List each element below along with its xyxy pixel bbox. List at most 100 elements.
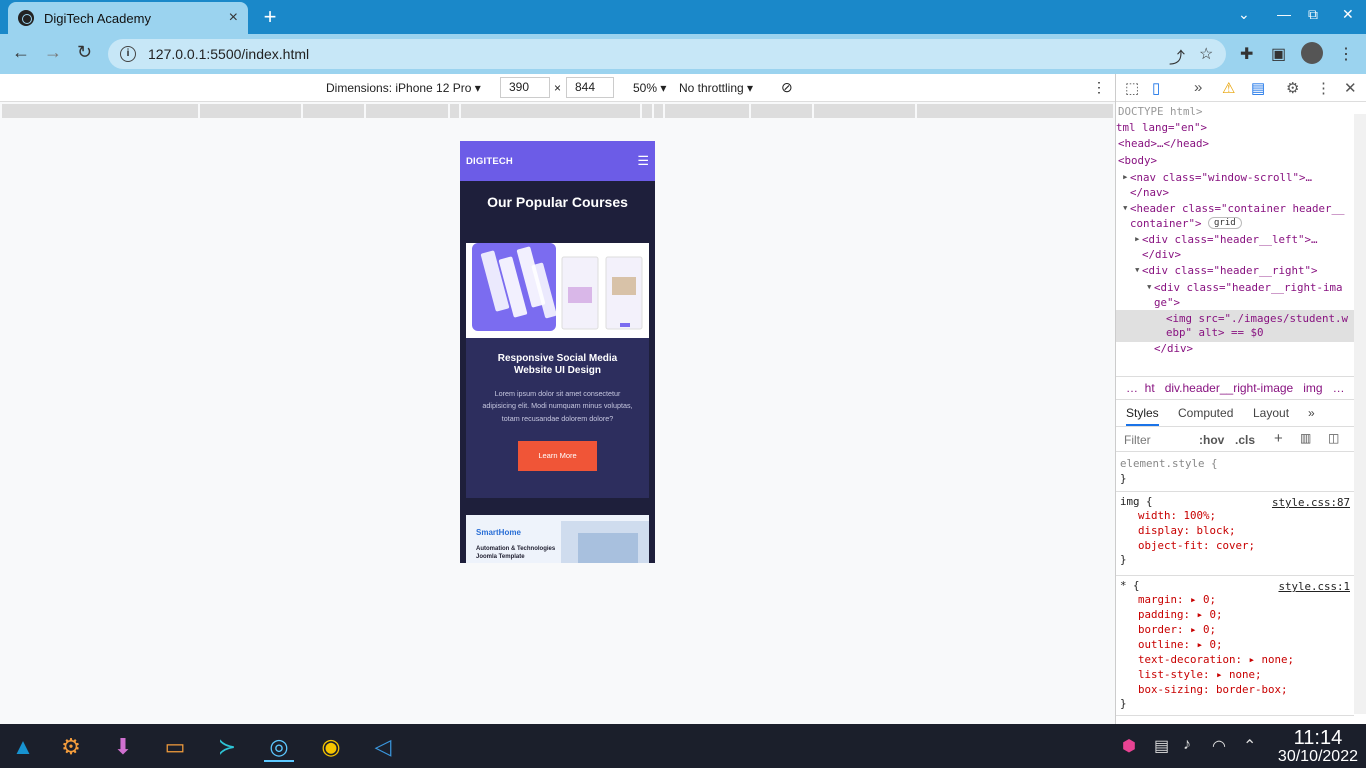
more-tabs-icon[interactable]: » bbox=[1308, 406, 1315, 420]
dom-node[interactable]: <nav class="window-scroll">… bbox=[1130, 171, 1312, 184]
device-width-input[interactable]: 390 bbox=[500, 77, 550, 98]
browser-app-icon[interactable]: ◉ bbox=[316, 732, 346, 762]
grid-badge[interactable]: grid bbox=[1208, 217, 1242, 229]
rule-source-link[interactable]: style.css:87 bbox=[1272, 496, 1350, 509]
site-info-icon[interactable]: i bbox=[120, 46, 136, 62]
dom-node[interactable]: <div class="header__right-ima bbox=[1154, 281, 1343, 294]
dom-node[interactable]: ge"> bbox=[1154, 296, 1180, 309]
new-rule-icon[interactable]: + bbox=[1274, 430, 1283, 447]
device-more-icon[interactable]: ⋮ bbox=[1092, 79, 1106, 96]
dom-node[interactable]: </div> bbox=[1142, 248, 1181, 261]
device-height-input[interactable]: 844 bbox=[566, 77, 614, 98]
bookmark-star-icon[interactable]: ☆ bbox=[1199, 44, 1213, 64]
dom-node[interactable]: </div> bbox=[1154, 342, 1193, 355]
inspect-element-icon[interactable]: ⬚ bbox=[1125, 79, 1139, 97]
software-store-icon[interactable]: ⬇ bbox=[108, 732, 138, 762]
breadcrumb-item[interactable]: div.header__right-image bbox=[1165, 381, 1294, 395]
paint-icon[interactable]: ▥ bbox=[1300, 431, 1311, 445]
dom-node[interactable]: <body> bbox=[1118, 154, 1157, 167]
messages-icon[interactable]: ▤ bbox=[1251, 79, 1265, 97]
dom-node[interactable]: container"> bbox=[1130, 217, 1202, 230]
css-property[interactable]: width: 100%; bbox=[1120, 508, 1350, 523]
breadcrumb-item[interactable]: … bbox=[1333, 381, 1345, 395]
clipboard-icon[interactable]: ▤ bbox=[1154, 736, 1169, 756]
close-tab-icon[interactable]: × bbox=[229, 9, 238, 27]
new-tab-button[interactable]: + bbox=[258, 4, 282, 30]
breadcrumb-item[interactable]: img bbox=[1303, 381, 1322, 395]
learn-more-button[interactable]: Learn More bbox=[518, 441, 597, 472]
dom-node[interactable]: <div class="header__right"> bbox=[1142, 264, 1318, 277]
rotate-icon[interactable]: ⊘ bbox=[781, 79, 793, 96]
dom-node-selected[interactable]: ebp" alt> == $0 bbox=[1166, 326, 1264, 339]
expand-arrow-icon[interactable]: ▸ bbox=[1122, 170, 1129, 183]
vscode-icon[interactable]: ◁ bbox=[368, 732, 398, 762]
address-bar[interactable]: i 127.0.0.1:5500/index.html bbox=[108, 39, 1226, 69]
tray-expand-icon[interactable]: ⌃ bbox=[1243, 736, 1256, 756]
device-toggle-icon[interactable]: ▯ bbox=[1152, 79, 1160, 97]
css-property[interactable]: box-sizing: border-box; bbox=[1120, 682, 1350, 697]
device-dimensions-select[interactable]: Dimensions: iPhone 12 Pro ▾ bbox=[326, 81, 481, 95]
menu-dots-icon[interactable]: ⋮ bbox=[1338, 44, 1354, 64]
settings-gear-icon[interactable]: ⚙ bbox=[1286, 79, 1299, 97]
profile-avatar[interactable] bbox=[1301, 42, 1323, 64]
more-panels-icon[interactable]: » bbox=[1194, 79, 1202, 96]
devtools-scrollbar[interactable] bbox=[1354, 114, 1366, 714]
share-icon[interactable]: ⤴ bbox=[1169, 44, 1185, 68]
dom-node[interactable]: tml lang="en"> bbox=[1116, 121, 1207, 134]
filter-input[interactable]: Filter bbox=[1124, 433, 1151, 447]
chrome-browser-icon[interactable]: ◎ bbox=[264, 732, 294, 762]
collapse-arrow-icon[interactable]: ▾ bbox=[1122, 201, 1129, 214]
forward-icon[interactable]: → bbox=[44, 42, 62, 63]
arch-launcher-icon[interactable]: ▲ bbox=[8, 732, 38, 762]
file-manager-icon[interactable]: ▭ bbox=[160, 732, 190, 762]
zoom-select[interactable]: 50% ▾ bbox=[633, 81, 666, 95]
rule-source-link[interactable]: style.css:1 bbox=[1278, 580, 1350, 593]
volume-icon[interactable]: ♪ bbox=[1183, 736, 1191, 754]
collapse-arrow-icon[interactable]: ▾ bbox=[1134, 263, 1141, 276]
dom-node[interactable]: <div class="header__left">… bbox=[1142, 233, 1318, 246]
settings-app-icon[interactable]: ⚙ bbox=[56, 732, 86, 762]
dom-node[interactable]: </nav> bbox=[1130, 186, 1169, 199]
css-property[interactable]: text-decoration: ▸ none; bbox=[1120, 652, 1350, 667]
extensions-icon[interactable]: ✚ bbox=[1240, 44, 1253, 64]
dom-node[interactable]: <header class="container header__ bbox=[1130, 202, 1345, 215]
tab-layout[interactable]: Layout bbox=[1253, 406, 1289, 420]
breadcrumb-item[interactable]: … bbox=[1126, 381, 1138, 395]
dom-node[interactable]: DOCTYPE html> bbox=[1118, 105, 1203, 118]
rule-selector[interactable]: element.style { bbox=[1120, 457, 1350, 470]
dom-node-selected[interactable]: <img src="./images/student.w bbox=[1166, 312, 1348, 325]
breadcrumb-item[interactable]: ht bbox=[1145, 381, 1155, 395]
dom-node[interactable]: <head>…</head> bbox=[1118, 137, 1209, 150]
css-property[interactable]: padding: ▸ 0; bbox=[1120, 607, 1350, 622]
site-logo[interactable]: DIGITECH bbox=[466, 156, 513, 167]
browser-tab[interactable]: DigiTech Academy × bbox=[8, 2, 248, 34]
reload-icon[interactable]: ↻ bbox=[77, 42, 92, 63]
warning-icon[interactable]: ⚠ bbox=[1222, 79, 1235, 97]
tab-search-icon[interactable]: ⌄ bbox=[1238, 6, 1250, 23]
tray-app-icon[interactable]: ⬢ bbox=[1122, 736, 1136, 756]
wifi-icon[interactable]: ◠ bbox=[1212, 736, 1226, 756]
side-panel-icon[interactable]: ▣ bbox=[1271, 44, 1286, 64]
minimize-icon[interactable]: — bbox=[1277, 6, 1291, 22]
system-clock[interactable]: 11:14 30/10/2022 bbox=[1278, 728, 1358, 766]
close-devtools-icon[interactable]: ✕ bbox=[1344, 79, 1357, 97]
cls-toggle[interactable]: .cls bbox=[1235, 433, 1255, 447]
terminal-icon[interactable]: ≻ bbox=[212, 732, 242, 762]
hamburger-menu-icon[interactable]: ☰ bbox=[637, 153, 649, 169]
css-property[interactable]: border: ▸ 0; bbox=[1120, 622, 1350, 637]
collapse-arrow-icon[interactable]: ▾ bbox=[1146, 280, 1153, 293]
css-property[interactable]: display: block; bbox=[1120, 523, 1350, 538]
expand-arrow-icon[interactable]: ▸ bbox=[1134, 232, 1141, 245]
tab-styles[interactable]: Styles bbox=[1126, 406, 1159, 426]
sidebar-toggle-icon[interactable]: ◫ bbox=[1328, 431, 1339, 445]
back-icon[interactable]: ← bbox=[12, 42, 30, 63]
css-property[interactable]: object-fit: cover; bbox=[1120, 538, 1350, 553]
tab-computed[interactable]: Computed bbox=[1178, 406, 1233, 420]
hov-toggle[interactable]: :hov bbox=[1199, 433, 1224, 447]
close-window-icon[interactable]: ✕ bbox=[1342, 6, 1354, 23]
maximize-icon[interactable]: ⧉ bbox=[1308, 6, 1318, 23]
throttling-select[interactable]: No throttling ▾ bbox=[679, 81, 753, 95]
devtools-menu-icon[interactable]: ⋮ bbox=[1316, 79, 1331, 97]
css-property[interactable]: margin: ▸ 0; bbox=[1120, 592, 1350, 607]
css-property[interactable]: list-style: ▸ none; bbox=[1120, 667, 1350, 682]
